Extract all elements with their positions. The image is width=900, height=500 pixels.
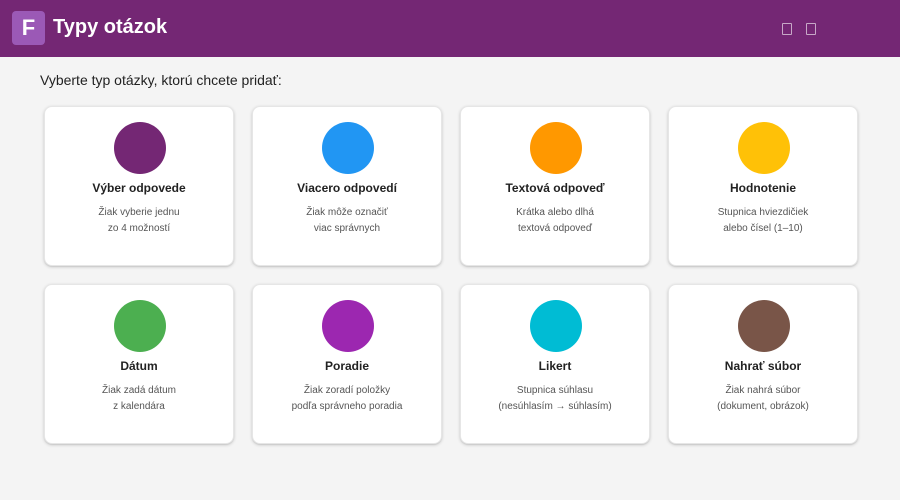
type-color-icon [738,300,790,352]
card-description: Žiak nahrá súbor (dokument, obrázok) [717,385,809,412]
type-color-icon [530,122,582,174]
app-header: F Typy otázok [0,0,900,57]
card-description: Stupnica súhlasu (nesúhlasím → súhlasím) [498,385,612,412]
question-type-rating[interactable]: Hodnotenie Stupnica hviezdičiek alebo čís… [668,106,858,266]
card-title: Nahrať súbor [724,359,802,373]
card-description: Krátka alebo dlhá textová odpoveď [516,207,594,234]
forms-logo: F [12,11,45,45]
card-title: Poradie [324,359,369,373]
question-type-ranking[interactable]: Poradie Žiak zoradí položky podľa správne… [252,284,442,444]
card-title: Výber odpovede [92,181,186,195]
type-color-icon [322,122,374,174]
card-title: Likert [538,359,572,373]
question-type-text-answer[interactable]: Textová odpoveď Krátka alebo dlhá textová… [460,106,650,266]
type-color-icon [114,122,166,174]
question-type-multiple-choice[interactable]: Výber odpovede Žiak vyberie jednu zo 4 mo… [44,106,234,266]
type-color-icon [530,300,582,352]
question-type-likert[interactable]: Likert Stupnica súhlasu (nesúhlasím → súh… [460,284,650,444]
question-type-file-upload[interactable]: Nahrať súbor Žiak nahrá súbor (dokument, … [668,284,858,444]
card-description: Žiak zoradí položky podľa správneho porad… [291,385,403,412]
type-color-icon [114,300,166,352]
type-color-icon [738,122,790,174]
card-title: Dátum [120,359,158,373]
question-type-multiple-answers[interactable]: Viacero odpovedí Žiak môže označiť viac s… [252,106,442,266]
card-title: Viacero odpovedí [297,181,397,195]
card-description: Žiak môže označiť viac správnych [306,207,388,234]
page-title: Typy otázok [53,16,168,38]
type-color-icon [322,300,374,352]
card-description: Žiak zadá dátum z kalendára [102,385,176,412]
question-type-date[interactable]: Dátum Žiak zadá dátum z kalendára [44,284,234,444]
instruction-text: Vyberte typ otázky, ktorú chcete pridať: [40,72,282,88]
header-button-1-icon[interactable] [782,23,792,35]
card-description: Stupnica hviezdičiek alebo čísel (1–10) [717,207,809,234]
card-title: Hodnotenie [730,181,796,195]
card-description: Žiak vyberie jednu zo 4 možností [98,207,180,234]
header-button-2-icon[interactable] [806,23,816,35]
card-title: Textová odpoveď [505,181,605,195]
